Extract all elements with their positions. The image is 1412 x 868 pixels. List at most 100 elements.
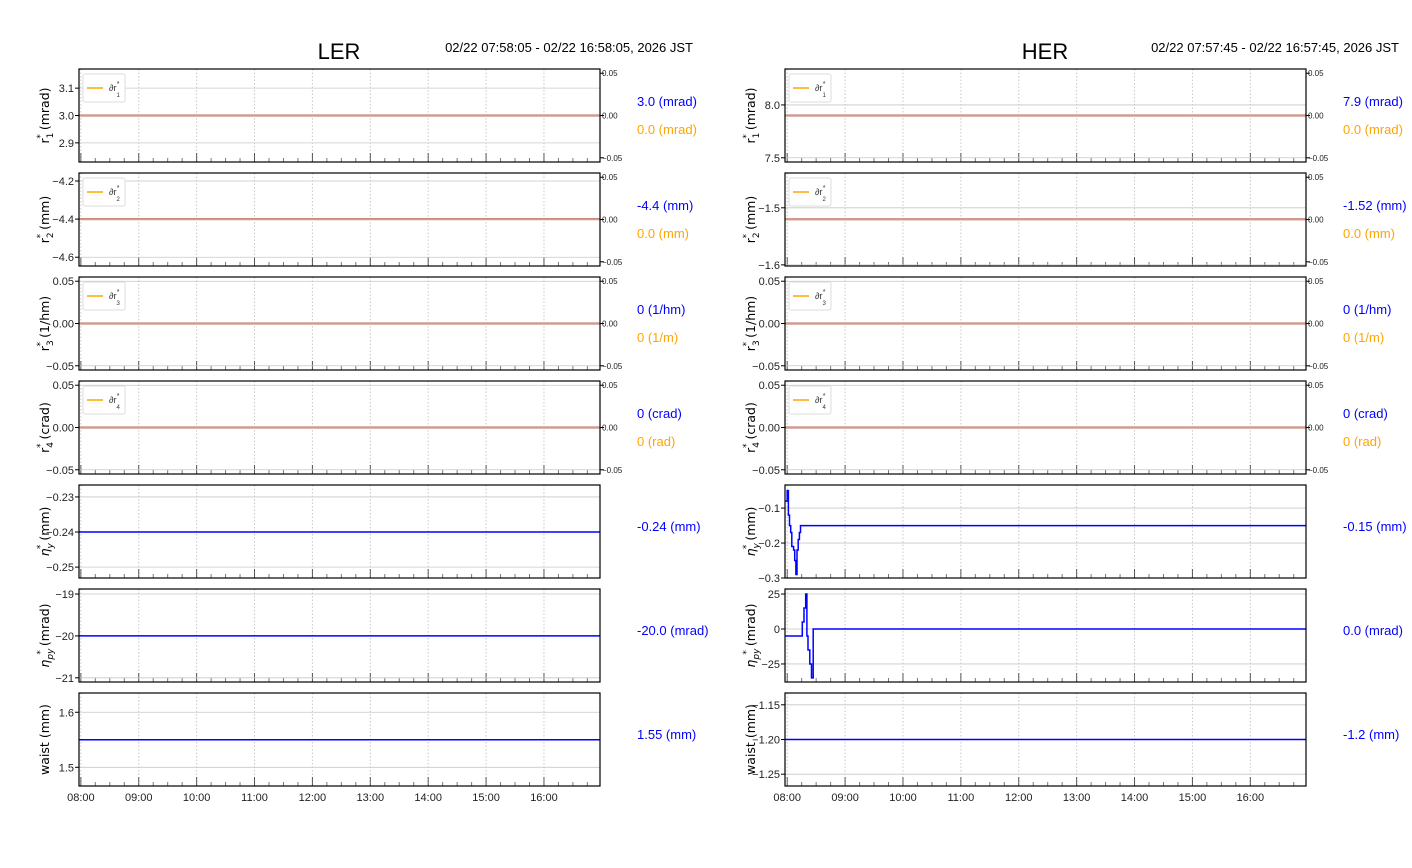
y-tick-label: −0.05 <box>46 465 74 477</box>
y-axis-label: ηpy* (mrad) <box>36 603 56 667</box>
current-value: -0.24 (mm) <box>637 519 701 534</box>
right-y-tick-label: 0.00 <box>1308 216 1324 225</box>
legend-sup: * <box>117 393 120 400</box>
subplot-6: −25 0 25 0.0 (mrad) ηpy* (mrad) <box>742 588 1403 683</box>
y-tick-label: −19 <box>55 589 74 601</box>
x-tick-label: 09:00 <box>831 792 859 804</box>
y-tick-label: −25 <box>761 659 780 671</box>
right-y-tick-label: 0.05 <box>1308 173 1324 182</box>
y-tick-label: 8.0 <box>765 100 780 112</box>
current-value: 1.55 (mm) <box>637 727 696 742</box>
x-tick-label: 13:00 <box>1063 792 1091 804</box>
subplot-5: −0.25−0.24−0.23-0.24 (mm)ηy* (mm) <box>36 484 701 579</box>
legend-sup: * <box>823 81 826 88</box>
y-axis-label: r1* (mrad) <box>742 87 762 143</box>
legend: ∂r3* <box>788 281 832 311</box>
y-tick-label: 7.5 <box>765 153 780 165</box>
subplot-2: −4.6 −4.4 −4.2 0.05 0.00 −0.05 ∂r2* -4.4 (mm) 0.… <box>36 172 693 267</box>
subplot-2: −1.6 −1.5 0.05 0.00 −0.05 ∂r2* -1.52 (mm) 0.0 (… <box>742 172 1407 272</box>
subplot-6: −21 −20 −19 -20.0 (mrad) ηpy* (mrad) <box>36 588 709 685</box>
right-y-tick-label: −0.05 <box>1308 362 1329 371</box>
y-tick-label: −0.23 <box>46 492 74 504</box>
legend: ∂r2* <box>788 177 832 207</box>
y-tick-label: −0.1 <box>758 503 780 515</box>
y-axis-label: waist (mm) <box>743 704 758 775</box>
legend-sup: * <box>823 393 826 400</box>
y-tick-label: −0.25 <box>46 562 74 574</box>
right-y-tick-label: −0.05 <box>602 258 623 267</box>
y-tick-label: 25 <box>768 589 780 601</box>
panel-ler: LER 02/22 07:58:05 - 02/22 16:58:05, 2026… <box>36 39 709 804</box>
subplot-4: −0.05 0.00 0.05 0.05 0.00 −0.05 ∂r4* 0 (crad) 0 … <box>742 380 1388 477</box>
right-y-tick-label: 0.00 <box>602 320 618 329</box>
y-tick-label: 0.05 <box>759 276 780 288</box>
series-line <box>785 489 1306 576</box>
y-tick-label: −4.2 <box>52 176 74 188</box>
axes-frame <box>784 588 1307 683</box>
x-tick-label: 15:00 <box>1179 792 1207 804</box>
right-y-tick-label: −0.05 <box>1308 258 1329 267</box>
y-tick-label: 0.00 <box>53 319 74 331</box>
y-tick-label: 0.00 <box>759 423 780 435</box>
x-tick-label: 09:00 <box>125 792 153 804</box>
y-axis-label: ηpy* (mrad) <box>742 603 762 667</box>
x-tick-label: 10:00 <box>889 792 917 804</box>
panel-her: HER 02/22 07:57:45 - 02/22 16:57:45, 2026… <box>742 39 1407 804</box>
delta-value: 0.0 (mrad) <box>637 122 697 137</box>
y-tick-label: −21 <box>55 673 74 685</box>
legend: ∂r3* <box>82 281 126 311</box>
subplot-1: 7.5 8.0 0.05 0.00 −0.05 ∂r1* 7.9 (mrad) 0.0 (mr… <box>742 68 1403 165</box>
right-y-tick-label: 0.00 <box>1308 112 1324 121</box>
current-value: 0.0 (mrad) <box>1343 623 1403 638</box>
x-tick-label: 16:00 <box>530 792 558 804</box>
right-y-tick-label: 0.00 <box>1308 424 1324 433</box>
x-tick-label: 12:00 <box>299 792 327 804</box>
right-y-tick-label: 0.00 <box>602 216 618 225</box>
right-y-tick-label: 0.05 <box>602 69 618 78</box>
y-tick-label: −0.05 <box>752 465 780 477</box>
series-line <box>785 593 1306 679</box>
right-y-tick-label: 0.00 <box>602 424 618 433</box>
y-tick-label: 1.6 <box>59 707 74 719</box>
current-value: -1.2 (mm) <box>1343 727 1399 742</box>
panel-title: LER <box>318 39 361 64</box>
right-y-tick-label: 0.00 <box>602 112 618 121</box>
subplot-7: 1.5 1.6 1.55 (mm) waist (mm) 08:00 09:00 10:00… <box>37 692 696 804</box>
right-y-tick-label: −0.05 <box>1308 154 1329 163</box>
y-tick-label: −0.3 <box>758 573 780 585</box>
current-value: 0 (crad) <box>1343 406 1388 421</box>
legend-sup: * <box>117 289 120 296</box>
right-y-tick-label: −0.05 <box>602 466 623 475</box>
delta-value: 0.0 (mm) <box>1343 226 1395 241</box>
x-tick-label: 16:00 <box>1237 792 1265 804</box>
right-y-tick-label: 0.05 <box>602 277 618 286</box>
x-tick-label: 08:00 <box>67 792 95 804</box>
legend-sup: * <box>117 185 120 192</box>
subplot-7: −1.25−1.20−1.15-1.2 (mm)waist (mm)08:00 0… <box>743 692 1399 804</box>
subplot-5: −0.3−0.2−0.1-0.15 (mm)ηy* (mm) <box>742 484 1407 585</box>
y-tick-label: 0.05 <box>53 380 74 392</box>
right-y-tick-label: 0.05 <box>602 381 618 390</box>
current-value: -20.0 (mrad) <box>637 623 709 638</box>
y-tick-label: 0.00 <box>759 319 780 331</box>
legend: ∂r4* <box>82 385 126 415</box>
subplot-3: −0.05 0.00 0.05 0.05 0.00 −0.05 ∂r3* 0 (1/hm) 0 … <box>36 276 685 373</box>
x-tick-label: 11:00 <box>241 792 268 804</box>
current-value: 0 (1/hm) <box>637 302 685 317</box>
panel-title: HER <box>1022 39 1068 64</box>
y-tick-label: −4.6 <box>52 252 74 264</box>
y-tick-label: −0.05 <box>46 361 74 373</box>
y-axis-label: waist (mm) <box>37 704 52 775</box>
subplot-4: −0.05 0.00 0.05 0.05 0.00 −0.05 ∂r4* 0 (crad) 0 … <box>36 380 682 477</box>
y-tick-label: −0.05 <box>752 361 780 373</box>
current-value: -1.52 (mm) <box>1343 198 1407 213</box>
y-tick-label: 0 <box>774 624 780 636</box>
y-axis-label: r1* (mrad) <box>36 87 56 143</box>
y-tick-label: 3.0 <box>59 111 74 123</box>
current-value: 0 (1/hm) <box>1343 302 1391 317</box>
x-tick-label: 08:00 <box>773 792 801 804</box>
time-range: 02/22 07:57:45 - 02/22 16:57:45, 2026 JS… <box>1151 40 1399 55</box>
y-tick-label: 0.00 <box>53 423 74 435</box>
right-y-tick-label: 0.05 <box>1308 277 1324 286</box>
current-value: 7.9 (mrad) <box>1343 94 1403 109</box>
